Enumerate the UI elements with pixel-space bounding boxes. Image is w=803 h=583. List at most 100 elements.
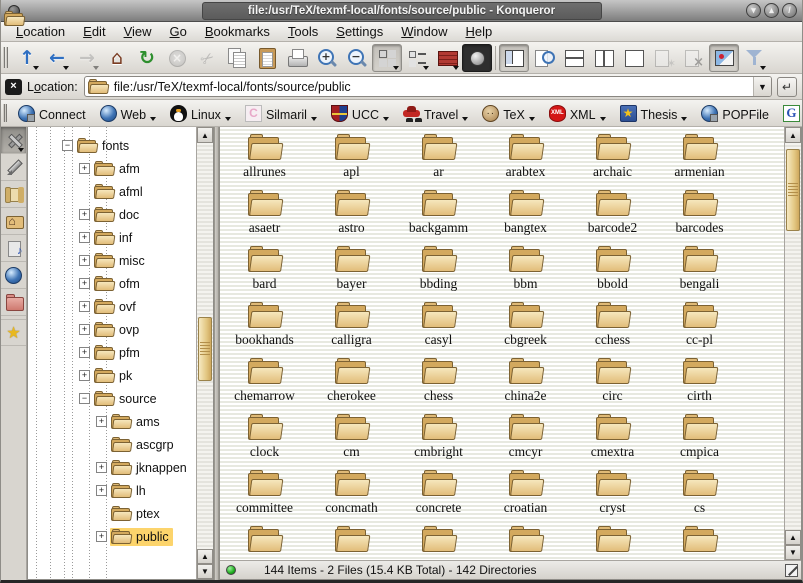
folder-item-chemarrow[interactable]: chemarrow [221,356,308,412]
forward-button[interactable] [72,44,102,72]
maximize-button[interactable]: ▴ [764,3,779,18]
tree-expander-icon[interactable]: + [79,324,90,335]
folder-item-barcode2[interactable]: barcode2 [569,188,656,244]
folder-item-archaic[interactable]: archaic [569,132,656,188]
bookmark-linux[interactable]: Linux [163,103,238,124]
view-scrollbar-thumb[interactable] [786,149,800,231]
tree-expander-icon[interactable]: + [79,232,90,243]
tree-item-afml[interactable]: afml [28,180,196,203]
tree-expander-icon[interactable]: + [96,485,107,496]
tree-item-jknappen[interactable]: +jknappen [28,456,196,479]
folder-item-armenian[interactable]: armenian [656,132,743,188]
folder-item-barcodes[interactable]: barcodes [656,188,743,244]
tree-expander-icon[interactable]: + [79,255,90,266]
cut-button[interactable] [192,44,222,72]
tree-expander-icon[interactable]: + [96,531,107,542]
tree-expander-icon[interactable]: + [79,347,90,358]
bookmark-tex[interactable]: TeX [475,103,542,124]
folder-item-cbgreek[interactable]: cbgreek [482,300,569,356]
folder-item-bbold[interactable]: bbold [569,244,656,300]
tree-expander-icon[interactable]: + [79,209,90,220]
tree-scrollbar[interactable]: ▲ ▲ ▼ [196,127,213,579]
folder-item-cmpica[interactable]: cmpica [656,412,743,468]
back-button[interactable] [42,44,72,72]
up-button[interactable] [12,44,42,72]
view-scroll-up-icon[interactable]: ▲ [785,127,801,143]
folder-item-allrunes[interactable]: allrunes [221,132,308,188]
tree-item-ptex[interactable]: ptex [28,502,196,525]
tree-item-misc[interactable]: +misc [28,249,196,272]
bookmark-web[interactable]: Web [93,103,163,124]
status-edit-icon[interactable] [785,564,798,577]
print-button[interactable] [282,44,312,72]
new-tab-button[interactable] [649,44,679,72]
bookmark-silmaril[interactable]: Silmaril [238,103,324,124]
folder-item-cherokee[interactable]: cherokee [308,356,395,412]
detail-view-button[interactable] [402,44,432,72]
folder-item-bangtex[interactable]: bangtex [482,188,569,244]
folder-item-committee[interactable]: committee [221,468,308,524]
tree-expander-icon[interactable]: + [96,462,107,473]
folder-item-bayer[interactable]: bayer [308,244,395,300]
paste-button[interactable] [252,44,282,72]
view-scrollbar[interactable]: ▲ ▲ ▼ [784,127,801,560]
menu-help[interactable]: Help [457,23,502,40]
tree-item-doc[interactable]: +doc [28,203,196,226]
tree-item-pfm[interactable]: +pfm [28,341,196,364]
gear-button[interactable] [462,44,492,72]
single-view-button[interactable] [619,44,649,72]
tree-item-lh[interactable]: +lh [28,479,196,502]
bookmark-travel[interactable]: Travel [396,103,475,124]
sidebar-network-button[interactable] [1,262,26,289]
folder-item-arabtex[interactable]: arabtex [482,132,569,188]
folder-item-partial[interactable] [656,524,743,560]
tree-item-ams[interactable]: +ams [28,410,196,433]
folder-item-circ[interactable]: circ [569,356,656,412]
filter-button[interactable] [739,44,769,72]
bookmark-thesis[interactable]: Thesis [613,103,695,124]
zoom-in-button[interactable] [312,44,342,72]
tree-scroll-up-icon[interactable]: ▲ [197,127,213,143]
tree-expander-icon[interactable]: + [79,370,90,381]
tree-expander-icon[interactable]: − [62,140,73,151]
folder-item-bookhands[interactable]: bookhands [221,300,308,356]
tree-item-afm[interactable]: +afm [28,157,196,180]
tree-expander-icon[interactable]: + [79,163,90,174]
sidebar-pen-button[interactable] [1,154,26,181]
folder-item-casyl[interactable]: casyl [395,300,482,356]
folder-item-partial[interactable] [482,524,569,560]
tree-scrollbar-thumb[interactable] [198,317,212,381]
multicolumn-view-button[interactable] [432,44,462,72]
folder-item-backgamm[interactable]: backgamm [395,188,482,244]
menu-bookmarks[interactable]: Bookmarks [196,23,279,40]
tree-item-fonts[interactable]: −fonts [28,134,196,157]
folder-item-partial[interactable] [221,524,308,560]
tree-item-ovf[interactable]: +ovf [28,295,196,318]
folder-item-cm[interactable]: cm [308,412,395,468]
folder-item-croatian[interactable]: croatian [482,468,569,524]
folder-item-bard[interactable]: bard [221,244,308,300]
bookmark-google[interactable]: Google [776,103,803,124]
tree-item-ofm[interactable]: +ofm [28,272,196,295]
tree-item-ascgrp[interactable]: ascgrp [28,433,196,456]
split-horizontal-button[interactable] [559,44,589,72]
folder-item-cc-pl[interactable]: cc-pl [656,300,743,356]
folder-item-ar[interactable]: ar [395,132,482,188]
menu-window[interactable]: Window [392,23,456,40]
menu-go[interactable]: Go [161,23,196,40]
tree-item-inf[interactable]: +inf [28,226,196,249]
tree-expander-icon[interactable]: − [79,393,90,404]
folder-item-clock[interactable]: clock [221,412,308,468]
folder-item-bbm[interactable]: bbm [482,244,569,300]
sidebar-bookmarks-button[interactable] [1,319,26,346]
folder-item-cmcyr[interactable]: cmcyr [482,412,569,468]
folder-item-partial[interactable] [395,524,482,560]
folder-item-apl[interactable]: apl [308,132,395,188]
home-button[interactable] [102,44,132,72]
go-button[interactable]: ↵ [777,77,797,97]
sidebar-configure-button[interactable] [1,127,26,154]
menu-tools[interactable]: Tools [279,23,327,40]
sidebar-root-folder-button[interactable] [1,289,26,316]
folder-item-partial[interactable] [569,524,656,560]
folder-item-concmath[interactable]: concmath [308,468,395,524]
